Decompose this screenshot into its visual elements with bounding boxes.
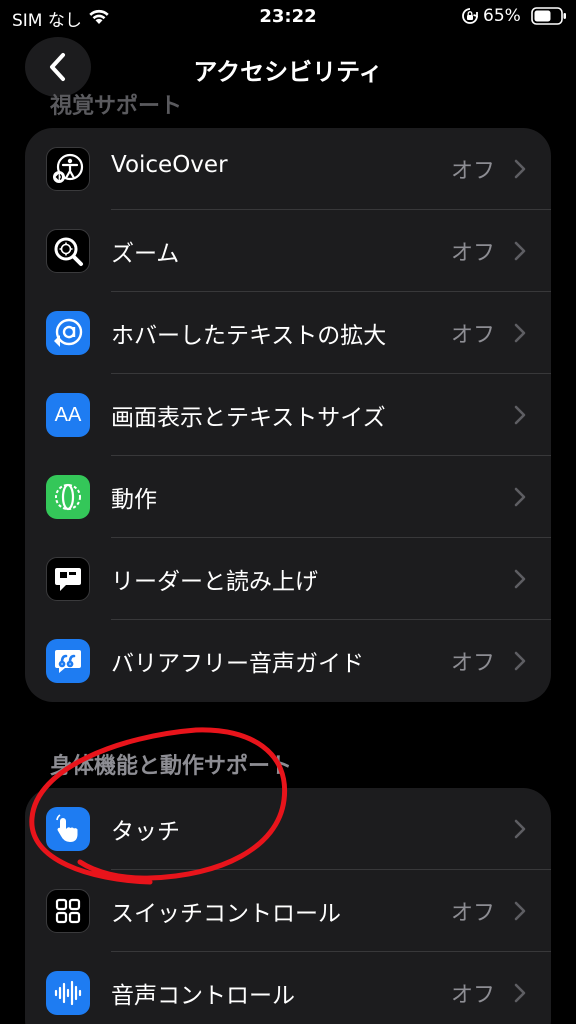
list-item-zoom[interactable]: ズーム オフ bbox=[25, 210, 551, 292]
status-bar: SIM なし 23:22 65% bbox=[0, 0, 576, 34]
switch-control-icon bbox=[46, 889, 90, 933]
list-item-audio-descriptions[interactable]: バリアフリー音声ガイド オフ bbox=[25, 620, 551, 702]
list-item-spoken-content[interactable]: リーダーと読み上げ bbox=[25, 538, 551, 620]
physical-motor-settings-group: タッチ スイッチコントロール オフ 音声コントロール オフ bbox=[25, 788, 551, 1024]
accessibility-settings-screen: SIM なし 23:22 65% アクセシビリティ 視覚サポート VoiceOv… bbox=[0, 0, 576, 1024]
list-item-label: リーダーと読み上げ bbox=[111, 569, 318, 595]
list-item-label: バリアフリー音声ガイド bbox=[111, 651, 364, 677]
text-size-glyph: AA bbox=[54, 403, 82, 426]
chevron-right-icon bbox=[514, 159, 526, 179]
list-item-value: オフ bbox=[450, 901, 495, 926]
list-item-display-text-size[interactable]: AA 画面表示とテキストサイズ bbox=[25, 374, 551, 456]
battery-percentage: 65% bbox=[483, 6, 521, 26]
spoken-content-icon bbox=[46, 557, 90, 601]
chevron-right-icon bbox=[514, 323, 526, 343]
list-item-voiceover[interactable]: VoiceOver オフ bbox=[25, 128, 551, 210]
page-title: アクセシビリティ bbox=[193, 58, 383, 86]
list-item-switch-control[interactable]: スイッチコントロール オフ bbox=[25, 870, 551, 952]
section-header-vision: 視覚サポート bbox=[50, 94, 183, 119]
list-item-label: タッチ bbox=[111, 819, 180, 845]
chevron-right-icon bbox=[514, 901, 526, 921]
list-item-value: オフ bbox=[450, 651, 495, 676]
list-item-label: ズーム bbox=[111, 241, 180, 267]
voiceover-icon bbox=[46, 147, 90, 191]
motion-icon bbox=[46, 475, 90, 519]
list-item-value: オフ bbox=[450, 983, 495, 1008]
list-item-label: VoiceOver bbox=[111, 152, 228, 178]
list-item-value: オフ bbox=[450, 241, 495, 266]
chevron-right-icon bbox=[514, 241, 526, 261]
chevron-right-icon bbox=[514, 983, 526, 1003]
section-header-physical-motor: 身体機能と動作サポート bbox=[50, 754, 293, 779]
battery-icon bbox=[531, 7, 566, 25]
chevron-right-icon bbox=[514, 819, 526, 839]
list-item-label: 動作 bbox=[111, 487, 157, 513]
list-item-label: 画面表示とテキストサイズ bbox=[111, 405, 386, 431]
list-item-voice-control[interactable]: 音声コントロール オフ bbox=[25, 952, 551, 1024]
list-item-hover-text[interactable]: ホバーしたテキストの拡大 オフ bbox=[25, 292, 551, 374]
hover-text-icon bbox=[46, 311, 90, 355]
chevron-right-icon bbox=[514, 487, 526, 507]
chevron-right-icon bbox=[514, 569, 526, 589]
chevron-right-icon bbox=[514, 651, 526, 671]
vision-settings-group: VoiceOver オフ ズーム オフ ホバーしたテキストの拡大 オフ AA 画… bbox=[25, 128, 551, 702]
rotation-lock-icon bbox=[462, 8, 478, 24]
list-item-label: 音声コントロール bbox=[111, 983, 295, 1009]
list-item-value: オフ bbox=[450, 323, 495, 348]
list-item-motion[interactable]: 動作 bbox=[25, 456, 551, 538]
chevron-right-icon bbox=[514, 405, 526, 425]
touch-icon bbox=[46, 807, 90, 851]
list-item-value: オフ bbox=[450, 159, 495, 184]
list-item-label: ホバーしたテキストの拡大 bbox=[111, 323, 387, 349]
zoom-icon bbox=[46, 229, 90, 273]
text-size-icon: AA bbox=[46, 393, 90, 437]
list-item-touch[interactable]: タッチ bbox=[25, 788, 551, 870]
voice-control-icon bbox=[46, 971, 90, 1015]
audio-description-icon bbox=[46, 639, 90, 683]
list-item-label: スイッチコントロール bbox=[111, 901, 341, 927]
